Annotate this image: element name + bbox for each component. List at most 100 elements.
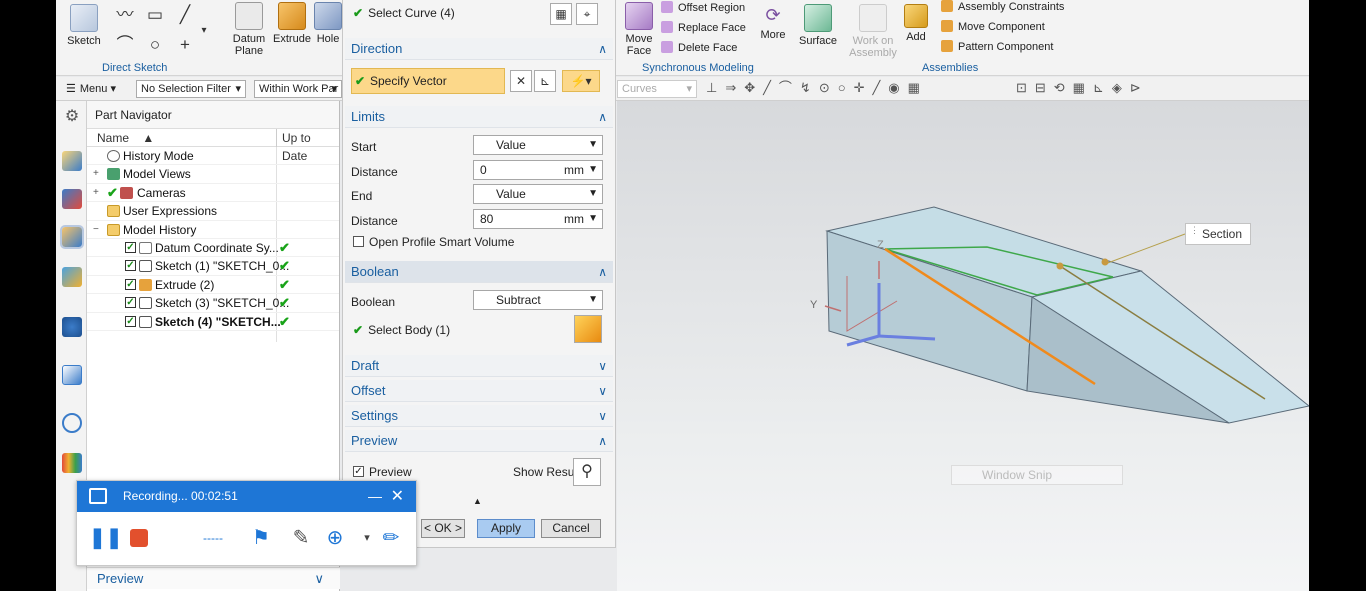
minimize-icon[interactable]: — bbox=[368, 481, 382, 512]
web-browser-icon[interactable] bbox=[62, 365, 82, 385]
selection-scope-select[interactable]: Within Work Par bbox=[254, 80, 342, 98]
feature-checkbox[interactable]: ✓ bbox=[125, 297, 136, 309]
tree-row-extrude-2[interactable]: ✓ Extrude (2) ✔ bbox=[87, 276, 339, 295]
menu-button[interactable]: ☰ Menu ▾ bbox=[66, 79, 116, 99]
curve-select-icon[interactable]: ⌖ bbox=[576, 3, 598, 25]
handle-point[interactable] bbox=[1101, 258, 1109, 266]
expand-icon[interactable]: + bbox=[93, 165, 99, 183]
collapse-icon[interactable]: − bbox=[93, 221, 99, 239]
show-result-magnifier-icon[interactable]: ⚲ bbox=[573, 458, 601, 486]
webcam-add-icon[interactable]: ⊕ bbox=[323, 525, 347, 551]
section-tag[interactable]: ⋮ Section bbox=[1185, 223, 1252, 245]
add-component-button[interactable]: Add bbox=[902, 4, 930, 43]
feature-checkbox[interactable]: ✓ bbox=[125, 278, 136, 290]
preview-section-header[interactable]: Preview ∧ bbox=[345, 430, 613, 452]
more-button[interactable]: ⟳ More bbox=[756, 4, 790, 41]
extrude-button[interactable]: Extrude bbox=[272, 2, 312, 45]
ok-button[interactable]: < OK > bbox=[421, 519, 465, 538]
constraint-navigator-icon[interactable] bbox=[62, 189, 82, 209]
graphics-viewport[interactable]: Y Z ⋮ Section Window Snip bbox=[617, 101, 1309, 591]
surface-button[interactable]: Surface bbox=[798, 4, 838, 47]
more-sketch-dropdown-icon[interactable]: ▾ bbox=[198, 20, 210, 42]
direction-section-header[interactable]: Direction ∧ bbox=[345, 38, 613, 60]
preview-checkbox[interactable]: ✓ bbox=[353, 466, 364, 477]
tree-row-model-history[interactable]: − Model History bbox=[87, 221, 339, 239]
view-toolbar-icons[interactable]: ⊡⊟⟲▦⊾◈⊳ bbox=[1016, 78, 1149, 98]
curve-rule-select[interactable]: Curves bbox=[617, 80, 697, 98]
hole-button[interactable]: Hole bbox=[314, 2, 342, 45]
offset-section-header[interactable]: Offset ∨ bbox=[345, 380, 613, 402]
sketch-section-icon[interactable]: ▦ bbox=[550, 3, 572, 25]
feature-checkbox[interactable]: ✓ bbox=[125, 315, 136, 327]
work-on-assembly-button[interactable]: Work on Assembly bbox=[848, 4, 898, 59]
replace-face-button[interactable]: Replace Face bbox=[661, 18, 746, 38]
assembly-constraints-button[interactable]: Assembly Constraints bbox=[941, 0, 1064, 17]
settings-section-header[interactable]: Settings ∨ bbox=[345, 405, 613, 427]
tree-row-cameras[interactable]: + ✔ Cameras bbox=[87, 184, 339, 203]
boolean-section-header[interactable]: Boolean ∧ bbox=[345, 261, 613, 283]
reuse-library-icon[interactable] bbox=[62, 267, 82, 287]
column-name-header[interactable]: Name ▲ bbox=[97, 129, 154, 147]
pen-icon[interactable]: ✏ bbox=[379, 525, 403, 551]
selection-filter-select[interactable]: No Selection Filter bbox=[136, 80, 246, 98]
tree-row-datum-csys[interactable]: ✓ Datum Coordinate Sy... ✔ bbox=[87, 239, 339, 258]
start-limit-select[interactable]: Value ▼ bbox=[473, 135, 603, 155]
delete-face-button[interactable]: Delete Face bbox=[661, 38, 737, 58]
system-materials-icon[interactable] bbox=[62, 453, 82, 473]
select-curve-row[interactable]: ✔ Select Curve (4) bbox=[353, 6, 455, 20]
vector-dialog-icon[interactable]: ⊾ bbox=[534, 70, 556, 92]
specify-vector-field[interactable]: ✔ Specify Vector bbox=[351, 68, 505, 94]
boolean-select[interactable]: Subtract ▼ bbox=[473, 290, 603, 310]
marker-icon[interactable]: ⚑ bbox=[249, 525, 273, 551]
tree-row-model-views[interactable]: + Model Views bbox=[87, 165, 339, 184]
snap-point-toolbar-icons[interactable]: ⊥⇒✥╱⌒↯⊙○✛╱◉▦ bbox=[706, 78, 928, 98]
collapse-dialog-arrow-icon[interactable]: ▲ bbox=[473, 496, 482, 506]
open-profile-checkbox[interactable] bbox=[353, 236, 364, 247]
end-limit-select[interactable]: Value ▼ bbox=[473, 184, 603, 204]
assembly-navigator-icon[interactable] bbox=[62, 151, 82, 171]
add-component-icon bbox=[904, 4, 928, 28]
vector-inferred-dropdown[interactable]: ⚡▾ bbox=[562, 70, 600, 92]
start-distance-input[interactable]: 0 mm ▼ bbox=[473, 160, 603, 180]
select-body-cube-icon[interactable] bbox=[574, 315, 602, 343]
part-navigator-icon[interactable] bbox=[60, 225, 84, 249]
end-distance-input[interactable]: 80 mm ▼ bbox=[473, 209, 603, 229]
close-icon[interactable]: ✕ bbox=[391, 481, 404, 512]
settings-gear-icon[interactable]: ⚙ bbox=[62, 107, 82, 127]
handle-point[interactable] bbox=[1056, 262, 1064, 270]
sketch-button[interactable]: Sketch bbox=[62, 4, 106, 47]
arc-icon[interactable]: ⌒ bbox=[114, 34, 136, 56]
circle-icon[interactable]: ○ bbox=[144, 34, 166, 56]
rectangle-icon[interactable]: ▭ bbox=[144, 4, 166, 26]
expand-icon[interactable]: + bbox=[93, 184, 99, 202]
chevron-down-icon[interactable]: ▾ bbox=[355, 525, 379, 551]
tree-row-sketch-1[interactable]: ✓ Sketch (1) "SKETCH_0... ✔ bbox=[87, 257, 339, 276]
highlighter-icon[interactable]: ✎ bbox=[289, 525, 313, 551]
navigator-preview-panel[interactable]: Preview ∨ bbox=[87, 567, 340, 589]
profile-icon[interactable]: 〰 bbox=[114, 4, 136, 26]
tree-row-history-mode[interactable]: History Mode bbox=[87, 147, 339, 166]
stop-icon[interactable] bbox=[127, 525, 151, 551]
offset-region-button[interactable]: Offset Region bbox=[661, 0, 745, 18]
history-clock-icon[interactable] bbox=[62, 413, 82, 433]
tree-row-user-expressions[interactable]: User Expressions bbox=[87, 202, 339, 221]
draw-line-icon[interactable]: ----- bbox=[201, 525, 225, 551]
pause-icon[interactable]: ❚❚ bbox=[89, 525, 123, 551]
apply-button[interactable]: Apply bbox=[477, 519, 535, 538]
limits-section-header[interactable]: Limits ∧ bbox=[345, 106, 613, 128]
draft-section-header[interactable]: Draft ∨ bbox=[345, 355, 613, 377]
tree-row-sketch-3[interactable]: ✓ Sketch (3) "SKETCH_0... ✔ bbox=[87, 294, 339, 313]
cancel-button[interactable]: Cancel bbox=[541, 519, 601, 538]
point-icon[interactable]: + bbox=[174, 34, 196, 56]
datum-plane-button[interactable]: Datum Plane bbox=[228, 2, 270, 57]
line-icon[interactable]: ╱ bbox=[174, 4, 196, 26]
feature-checkbox[interactable]: ✓ bbox=[125, 260, 136, 272]
reverse-direction-icon[interactable]: ✕ bbox=[510, 70, 532, 92]
feature-checkbox[interactable]: ✓ bbox=[125, 241, 136, 253]
pattern-component-button[interactable]: Pattern Component bbox=[941, 37, 1053, 57]
move-face-button[interactable]: Move Face bbox=[619, 2, 659, 57]
tree-row-sketch-4[interactable]: ✓ Sketch (4) "SKETCH... ✔ bbox=[87, 313, 339, 331]
move-component-button[interactable]: Move Component bbox=[941, 17, 1045, 37]
select-body-row[interactable]: ✔ Select Body (1) bbox=[353, 323, 450, 337]
hd3d-tools-icon[interactable] bbox=[62, 317, 82, 337]
